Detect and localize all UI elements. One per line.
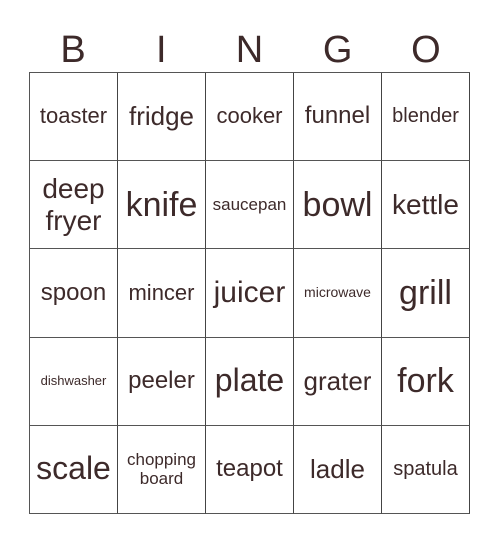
bingo-cell[interactable]: chopping board [118, 425, 206, 514]
bingo-cell[interactable]: cooker [206, 73, 294, 162]
bingo-cell[interactable]: grill [382, 249, 470, 338]
header-letter-b: B [60, 29, 86, 71]
bingo-cell[interactable]: spoon [30, 249, 118, 338]
bingo-cell[interactable]: scale [30, 425, 118, 514]
bingo-cell[interactable]: plate [206, 337, 294, 426]
bingo-cell[interactable]: teapot [206, 425, 294, 514]
bingo-cell[interactable]: funnel [294, 73, 382, 162]
bingo-cell[interactable]: ladle [294, 425, 382, 514]
bingo-cell[interactable]: kettle [382, 161, 470, 250]
header-letter-g: G [322, 29, 353, 71]
bingo-cell[interactable]: fork [382, 337, 470, 426]
bingo-cell[interactable]: blender [382, 73, 470, 162]
bingo-cell[interactable]: bowl [294, 161, 382, 250]
bingo-cell[interactable]: deep fryer [30, 161, 118, 250]
header-letter-i: I [156, 29, 167, 71]
bingo-cell[interactable]: microwave [294, 249, 382, 338]
bingo-cell[interactable]: saucepan [206, 161, 294, 250]
bingo-cell[interactable]: spatula [382, 425, 470, 514]
bingo-header: B I N G O [29, 28, 470, 72]
bingo-cell[interactable]: peeler [118, 337, 206, 426]
bingo-cell[interactable]: juicer [206, 249, 294, 338]
bingo-cell[interactable]: mincer [118, 249, 206, 338]
bingo-grid: toaster fridge cooker funnel blender dee… [29, 72, 470, 514]
bingo-cell[interactable]: grater [294, 337, 382, 426]
bingo-cell[interactable]: toaster [30, 73, 118, 162]
bingo-cell[interactable]: knife [118, 161, 206, 250]
header-letter-n: N [235, 29, 264, 71]
bingo-cell[interactable]: dishwasher [30, 337, 118, 426]
header-letter-o: O [411, 29, 441, 71]
bingo-cell[interactable]: fridge [118, 73, 206, 162]
